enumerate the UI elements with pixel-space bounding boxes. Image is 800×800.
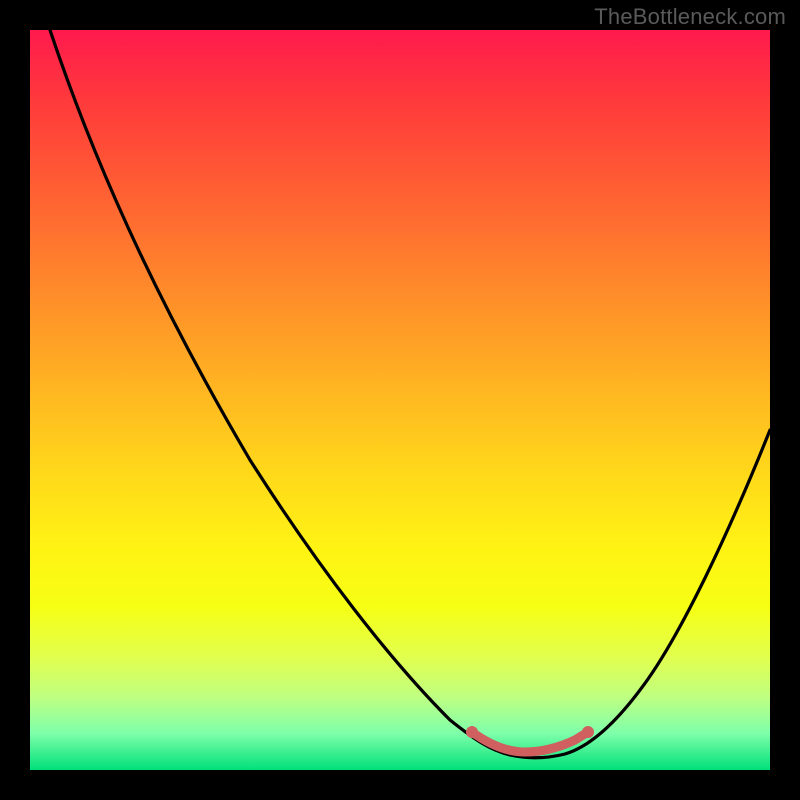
marker-end-dot	[582, 726, 594, 738]
plot-area	[30, 30, 770, 770]
watermark-text: TheBottleneck.com	[594, 4, 786, 30]
bottleneck-curve	[50, 30, 770, 758]
marker-start-dot	[466, 726, 478, 738]
chart-svg	[30, 30, 770, 770]
chart-container: TheBottleneck.com	[0, 0, 800, 800]
